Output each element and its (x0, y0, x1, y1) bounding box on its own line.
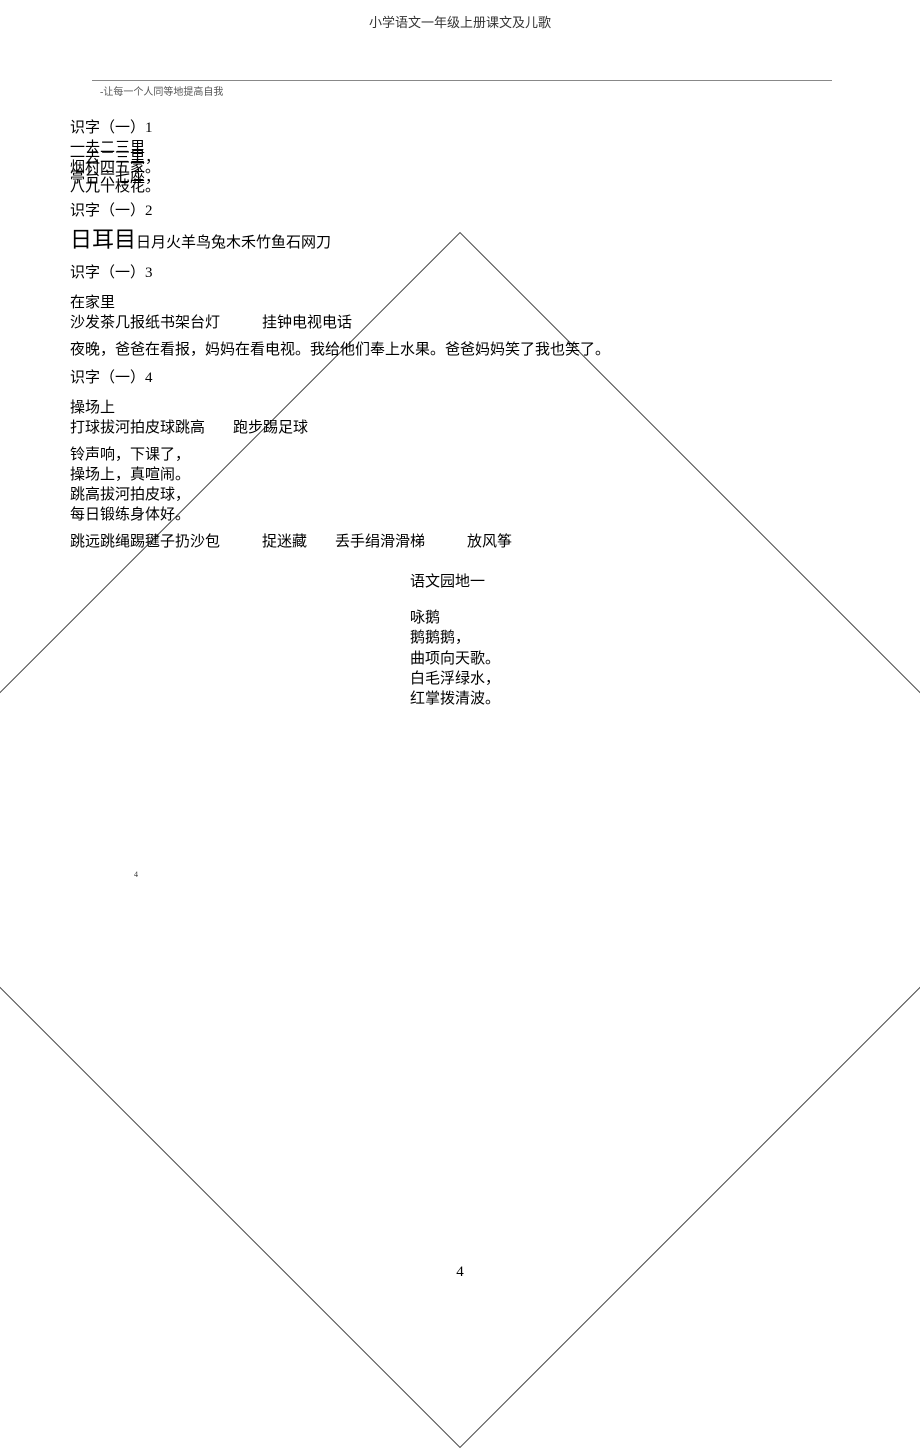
word-group: 打球拔河拍皮球跳高 (70, 420, 205, 436)
poem-line: 亭台六七座， (70, 174, 850, 184)
garden-title: 语文园地一 (410, 572, 850, 592)
poem-line: 铃声响，下课了， (70, 445, 850, 465)
poem-line: 每日锻练身体好。 (70, 505, 850, 525)
poem-title: 咏鹅 (410, 608, 850, 628)
section-1-poem: 一去二三里 一去二三里， 烟村四五家。 亭台六七座， 八九十枝花。 (70, 144, 850, 193)
section-4-heading: 识字（一）4 (70, 368, 850, 388)
page-number-small: 4 (134, 870, 138, 879)
section-2-heading: 识字（一）2 (70, 201, 850, 221)
header-rule (92, 80, 832, 81)
word-group: 丢手绢滑滑梯 (335, 534, 425, 550)
poem-line: 一去二三里， (70, 154, 850, 164)
section-4-poem: 铃声响，下课了， 操场上，真喧闹。 跳高拔河拍皮球， 每日锻练身体好。 (70, 445, 850, 526)
poem-line: 跳高拔河拍皮球， (70, 485, 850, 505)
word-group: 捉迷藏 (262, 534, 307, 550)
strapline: -让每一个人同等地提高自我 (100, 83, 920, 98)
poem-line: 曲项向天歌。 (410, 649, 850, 669)
word-group: 跑步踢足球 (233, 420, 308, 436)
section-4-title: 操场上 (70, 398, 850, 418)
word-group: 沙发茶几报纸书架台灯 (70, 315, 220, 331)
page-number-bottom: 4 (456, 1264, 464, 1281)
poem-line: 八九十枝花。 (70, 183, 850, 193)
poem-line: 白毛浮绿水， (410, 669, 850, 689)
section-2-chars: 日耳目日月火羊鸟兔木禾竹鱼石网刀 (70, 225, 850, 255)
poem-line: 鹅鹅鹅， (410, 628, 850, 648)
poem-line: 红掌拨清波。 (410, 689, 850, 709)
word-group: 挂钟电视电话 (262, 315, 352, 331)
character-list: 日月火羊鸟兔木禾竹鱼石网刀 (136, 235, 331, 251)
section-4-extra-words: 跳远跳绳踢毽子扔沙包 捉迷藏 丢手绢滑滑梯 放风筝 (70, 532, 850, 552)
big-characters: 日耳目 (70, 227, 136, 252)
poem-line: 操场上，真喧闹。 (70, 465, 850, 485)
page-title: 小学语文一年级上册课文及儿歌 (0, 0, 920, 31)
poem-line: 烟村四五家。 (70, 164, 850, 174)
section-3-words: 沙发茶几报纸书架台灯 挂钟电视电话 (70, 313, 850, 333)
poem-line: 一去二三里 (70, 144, 850, 154)
document-body: 识字（一）1 一去二三里 一去二三里， 烟村四五家。 亭台六七座， 八九十枝花。… (70, 118, 850, 709)
word-group: 跳远跳绳踢毽子扔沙包 (70, 534, 220, 550)
garden-poem: 咏鹅 鹅鹅鹅， 曲项向天歌。 白毛浮绿水， 红掌拨清波。 (410, 608, 850, 709)
section-3-title: 在家里 (70, 293, 850, 313)
word-group: 放风筝 (467, 534, 512, 550)
section-1-heading: 识字（一）1 (70, 118, 850, 138)
section-4-words: 打球拔河拍皮球跳高 跑步踢足球 (70, 418, 850, 438)
section-3-paragraph: 夜晚，爸爸在看报，妈妈在看电视。我给他们奉上水果。爸爸妈妈笑了我也笑了。 (70, 340, 850, 360)
section-3-heading: 识字（一）3 (70, 263, 850, 283)
garden-section: 语文园地一 咏鹅 鹅鹅鹅， 曲项向天歌。 白毛浮绿水， 红掌拨清波。 (410, 572, 850, 710)
